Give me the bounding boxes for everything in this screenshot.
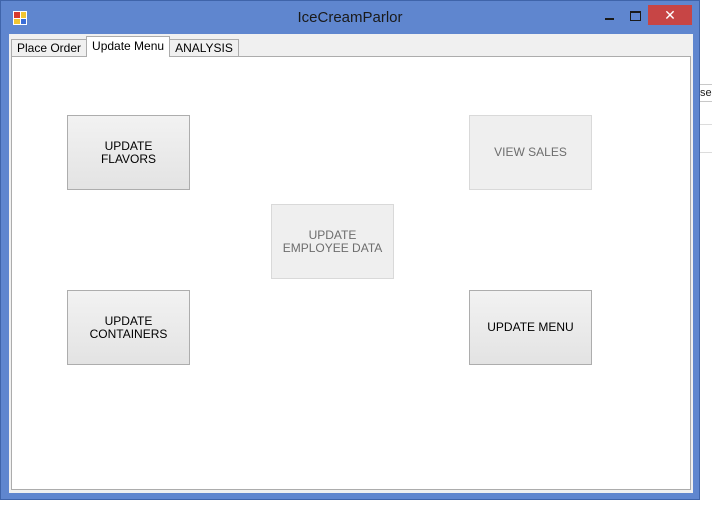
title-bar[interactable]: IceCreamParlor ✕ — [1, 1, 699, 35]
minimize-button[interactable] — [595, 5, 623, 25]
update-employee-data-button[interactable]: UPDATE EMPLOYEE DATA — [271, 204, 394, 279]
update-menu-panel: UPDATE FLAVORS VIEW SALES UPDATE EMPLOYE… — [11, 56, 691, 490]
tab-analysis[interactable]: ANALYSIS — [169, 39, 239, 57]
update-menu-button[interactable]: UPDATE MENU — [469, 290, 592, 365]
tab-update-menu[interactable]: Update Menu — [86, 36, 171, 57]
maximize-button[interactable] — [621, 5, 649, 25]
main-window: IceCreamParlor ✕ Place Order Update Menu… — [0, 0, 700, 500]
background-app-field: se — [700, 84, 712, 102]
tab-place-order[interactable]: Place Order — [11, 39, 88, 57]
background-divider — [700, 124, 712, 125]
update-containers-button[interactable]: UPDATE CONTAINERS — [67, 290, 190, 365]
background-divider — [700, 152, 712, 153]
close-icon: ✕ — [664, 7, 676, 23]
client-area: Place Order Update Menu ANALYSIS UPDATE … — [9, 34, 693, 493]
view-sales-button[interactable]: VIEW SALES — [469, 115, 592, 190]
close-button[interactable]: ✕ — [648, 5, 692, 25]
background-field-text: se — [700, 87, 712, 99]
tab-strip: Place Order Update Menu ANALYSIS — [11, 36, 239, 57]
minimize-icon — [604, 17, 614, 20]
maximize-icon — [629, 10, 641, 21]
update-flavors-button[interactable]: UPDATE FLAVORS — [67, 115, 190, 190]
panel-bottom-border — [11, 490, 691, 493]
